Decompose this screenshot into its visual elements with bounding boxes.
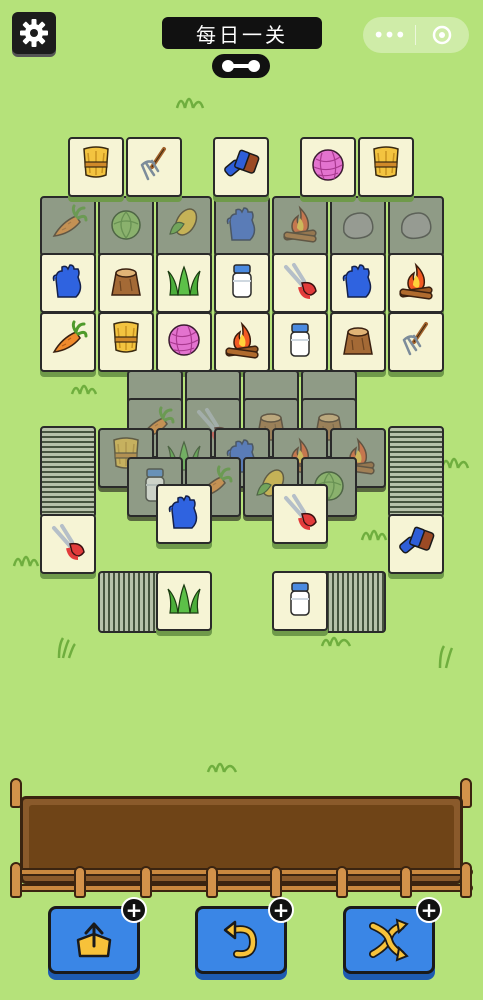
brush-icon [396, 522, 436, 562]
link-icon [222, 60, 260, 72]
view-toggle[interactable] [212, 54, 270, 78]
tile-wheat[interactable] [68, 137, 124, 197]
fence-post [400, 866, 412, 898]
tile-shears[interactable] [272, 484, 328, 544]
move-out-button[interactable]: + [48, 897, 147, 974]
tile-glove[interactable] [40, 253, 96, 313]
page-title: 每日一关 [162, 17, 322, 49]
yarn-icon [308, 145, 348, 185]
tile-shears[interactable] [272, 253, 328, 313]
close-button[interactable] [416, 24, 468, 46]
tile-stack-bottom-right [322, 571, 386, 633]
grass-tuft-decoration [70, 384, 98, 395]
miniprogram-capsule: ••• [363, 17, 469, 53]
tile-bonfire[interactable] [214, 312, 270, 372]
tile-stack-bottom-left [98, 571, 162, 633]
undo-arrow-icon [223, 920, 258, 959]
stump-icon [106, 261, 146, 301]
shuffle-icon [369, 918, 409, 962]
tile-covered [388, 196, 444, 256]
grass-tuft-decoration [360, 529, 388, 541]
tile-grass[interactable] [156, 571, 212, 631]
tile-wheat[interactable] [98, 312, 154, 372]
grass-tuft-decoration [438, 645, 454, 669]
wheat-icon [106, 320, 146, 360]
tile-covered [40, 196, 96, 256]
shears-icon [280, 492, 320, 532]
settings-button[interactable] [12, 12, 56, 54]
tile-stack-right [388, 426, 444, 518]
tile-covered [272, 196, 328, 256]
grass-tuft-decoration [57, 637, 76, 659]
wheat-icon [76, 145, 116, 185]
fence-post [460, 862, 472, 898]
record-circle-icon [432, 25, 452, 45]
glove-icon [48, 261, 88, 301]
shears-icon [280, 261, 320, 301]
fence-post [270, 866, 282, 898]
grass-tuft-decoration [12, 555, 40, 567]
milk-icon [222, 261, 262, 301]
plus-badge: + [268, 897, 294, 923]
tile-brush[interactable] [213, 137, 269, 197]
brush-icon [221, 145, 261, 185]
tile-covered [156, 196, 212, 256]
tile-pitchfork[interactable] [388, 312, 444, 372]
tile-glove[interactable] [330, 253, 386, 313]
shears-icon [48, 522, 88, 562]
tile-covered [98, 196, 154, 256]
glove-icon [338, 261, 378, 301]
grass-tuft-decoration [175, 97, 205, 109]
tile-stack-left [40, 426, 96, 518]
wheat-icon [366, 145, 406, 185]
tile-glove[interactable] [156, 484, 212, 544]
tile-milk[interactable] [272, 571, 328, 631]
grass-icon [164, 261, 204, 301]
fence-post [74, 866, 86, 898]
tile-carrot[interactable] [40, 312, 96, 372]
plus-badge: + [121, 897, 147, 923]
carrot-icon [48, 320, 88, 360]
tile-bonfire[interactable] [388, 253, 444, 313]
glove-icon [164, 492, 204, 532]
stump-icon [338, 320, 378, 360]
tile-shears[interactable] [40, 514, 96, 574]
fence-post [336, 866, 348, 898]
tile-brush[interactable] [388, 514, 444, 574]
arrow-up-out-icon [76, 922, 112, 958]
fence-post [10, 862, 22, 898]
bonfire-icon [396, 261, 436, 301]
grass-tuft-decoration [440, 457, 470, 469]
milk-icon [280, 579, 320, 619]
tile-yarn[interactable] [300, 137, 356, 197]
undo-button[interactable]: + [195, 897, 294, 974]
tile-stump[interactable] [330, 312, 386, 372]
tile-covered [330, 196, 386, 256]
tile-stump[interactable] [98, 253, 154, 313]
gear-icon [20, 19, 48, 47]
more-dots-icon[interactable]: ••• [363, 17, 415, 53]
plus-badge: + [416, 897, 442, 923]
bonfire-icon [222, 320, 262, 360]
milk-icon [280, 320, 320, 360]
tile-pitchfork[interactable] [126, 137, 182, 197]
tile-wheat[interactable] [358, 137, 414, 197]
tile-milk[interactable] [214, 253, 270, 313]
grass-icon [164, 579, 204, 619]
fence-post [140, 866, 152, 898]
tile-grass[interactable] [156, 253, 212, 313]
tile-milk[interactable] [272, 312, 328, 372]
grass-tuft-decoration [206, 762, 238, 773]
fence-post [206, 866, 218, 898]
tile-yarn[interactable] [156, 312, 212, 372]
shuffle-button[interactable]: + [343, 897, 442, 974]
pitchfork-icon [396, 320, 436, 360]
yarn-icon [164, 320, 204, 360]
tile-covered [214, 196, 270, 256]
pitchfork-icon [134, 145, 174, 185]
